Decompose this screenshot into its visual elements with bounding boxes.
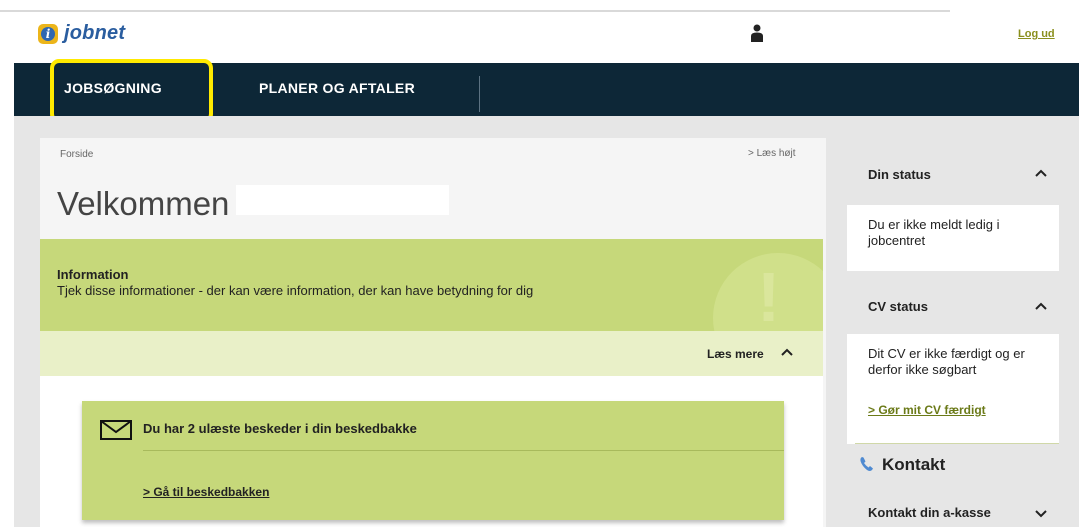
complete-cv-link[interactable]: > Gør mit CV færdigt — [868, 403, 986, 417]
highlight-box — [50, 59, 213, 123]
read-more-button[interactable]: Læs mere — [707, 347, 764, 361]
logo-text: jobnet — [64, 22, 126, 44]
message-divider — [143, 450, 784, 451]
envelope-icon — [100, 420, 132, 440]
information-text: Tjek disse informationer - der kan være … — [57, 283, 534, 298]
read-aloud-link[interactable]: > Læs højt — [748, 148, 796, 159]
page-title: Velkommen — [57, 185, 230, 222]
jobnet-logo[interactable]: i jobnet — [38, 22, 125, 45]
contact-heading: Kontakt — [882, 455, 946, 474]
unread-messages-text: Du har 2 ulæste beskeder i din beskedbak… — [143, 421, 417, 436]
cv-status-text: Dit CV er ikke færdigt og er derfor ikke… — [868, 346, 1025, 377]
logout-link[interactable]: Log ud — [1018, 28, 1055, 40]
nav-divider — [479, 76, 480, 112]
message-box — [82, 401, 784, 520]
chevron-up-icon[interactable] — [1035, 168, 1047, 178]
user-icon[interactable] — [750, 23, 764, 43]
chevron-up-icon[interactable] — [781, 347, 793, 357]
go-to-inbox-link[interactable]: > Gå til beskedbakken — [143, 485, 269, 499]
exclamation-icon: ! — [713, 253, 823, 331]
read-more-bar — [40, 331, 823, 376]
information-title: Information — [57, 267, 129, 282]
cv-divider — [855, 443, 1059, 444]
phone-icon — [860, 457, 873, 471]
chevron-down-icon[interactable] — [1035, 508, 1047, 518]
contact-akasse-title[interactable]: Kontakt din a-kasse — [868, 505, 991, 520]
status-text: Du er ikke meldt ledig i jobcentret — [868, 217, 1000, 248]
logo-badge-icon: i — [38, 23, 58, 44]
redacted-username — [236, 185, 449, 215]
breadcrumb[interactable]: Forside — [60, 149, 93, 160]
nav-item-plans[interactable]: PLANER OG AFTALER — [259, 63, 415, 116]
status-title[interactable]: Din status — [868, 167, 931, 182]
top-divider — [0, 10, 950, 12]
cv-status-title[interactable]: CV status — [868, 299, 928, 314]
chevron-up-icon[interactable] — [1035, 301, 1047, 311]
